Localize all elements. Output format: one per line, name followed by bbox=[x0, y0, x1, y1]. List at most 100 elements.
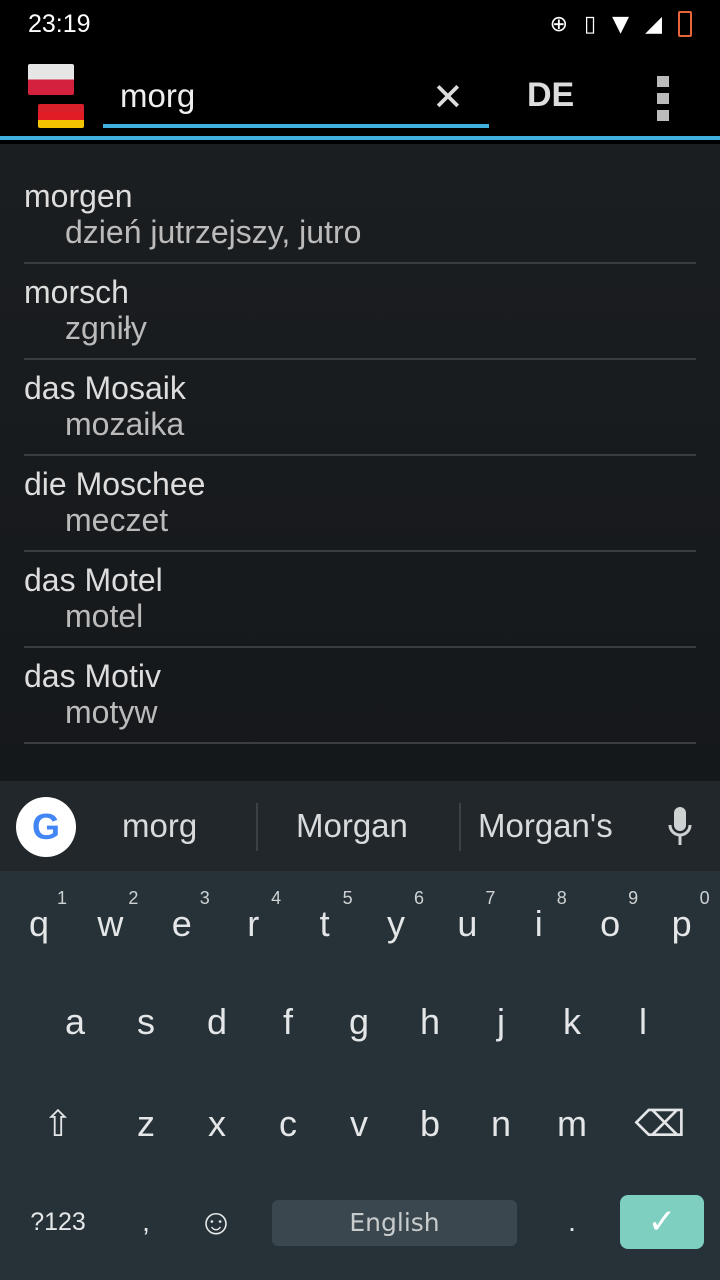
key-c[interactable]: c bbox=[252, 1079, 324, 1169]
key-label: c bbox=[279, 1103, 297, 1144]
enter-key[interactable]: ✓ bbox=[620, 1195, 704, 1249]
key-r[interactable]: r4 bbox=[217, 879, 289, 969]
keyboard: ⇧ ⌫ ?123 , ☺ English . ✓ q1w2e3r4t5y6u7i… bbox=[0, 871, 720, 1280]
vibrate-icon: ▯ bbox=[584, 11, 597, 37]
key-hint: 8 bbox=[556, 888, 567, 908]
key-k[interactable]: k bbox=[536, 977, 608, 1067]
list-item[interactable]: morgen dzień jutrzejszy, jutro bbox=[24, 144, 696, 264]
language-button[interactable]: DE bbox=[527, 76, 574, 115]
key-hint: 7 bbox=[485, 888, 496, 908]
entry-translation: meczet bbox=[65, 502, 169, 538]
key-hint: 9 bbox=[628, 888, 639, 908]
key-label: i bbox=[534, 903, 543, 944]
clear-icon[interactable]: ✕ bbox=[432, 78, 464, 116]
key-a[interactable]: a bbox=[39, 977, 111, 1067]
key-w[interactable]: w2 bbox=[74, 879, 146, 969]
key-label: o bbox=[600, 903, 621, 944]
key-s[interactable]: s bbox=[110, 977, 182, 1067]
suggestion[interactable]: Morgan's bbox=[478, 807, 613, 845]
key-label: t bbox=[319, 903, 330, 944]
key-h[interactable]: h bbox=[394, 977, 466, 1067]
space-bar[interactable]: English bbox=[272, 1200, 517, 1246]
suggestion[interactable]: morg bbox=[122, 807, 197, 845]
shift-key[interactable]: ⇧ bbox=[22, 1079, 94, 1169]
key-label: y bbox=[387, 903, 405, 944]
key-label: n bbox=[490, 1103, 512, 1144]
key-hint: 6 bbox=[413, 888, 424, 908]
key-hint: 2 bbox=[128, 888, 139, 908]
key-label: a bbox=[64, 1001, 86, 1042]
key-p[interactable]: p0 bbox=[646, 879, 718, 969]
wifi-icon: ▼ bbox=[612, 11, 630, 37]
entry-word: das Motel bbox=[24, 562, 163, 598]
key-z[interactable]: z bbox=[110, 1079, 182, 1169]
emoji-key[interactable]: ☺ bbox=[180, 1177, 252, 1267]
battery-icon bbox=[678, 11, 692, 37]
entry-translation: motel bbox=[65, 598, 144, 634]
entry-translation: zgniły bbox=[65, 310, 147, 346]
key-l[interactable]: l bbox=[607, 977, 679, 1067]
signal-icon: ◢ bbox=[645, 11, 662, 37]
list-item[interactable]: das Motel motel bbox=[24, 552, 696, 648]
entry-translation: dzień jutrzejszy, jutro bbox=[65, 214, 362, 250]
key-o[interactable]: o9 bbox=[574, 879, 646, 969]
key-hint: 1 bbox=[56, 888, 67, 908]
key-i[interactable]: i8 bbox=[503, 879, 575, 969]
divider bbox=[256, 803, 258, 851]
key-label: z bbox=[137, 1103, 155, 1144]
key-j[interactable]: j bbox=[465, 977, 537, 1067]
key-u[interactable]: u7 bbox=[431, 879, 503, 969]
key-hint: 0 bbox=[699, 888, 710, 908]
entry-word: das Motiv bbox=[24, 658, 161, 694]
key-hint: 3 bbox=[199, 888, 210, 908]
search-input[interactable] bbox=[103, 68, 423, 124]
key-label: r bbox=[247, 903, 260, 944]
entry-translation: mozaika bbox=[65, 406, 185, 442]
list-item[interactable]: die Moschee meczet bbox=[24, 456, 696, 552]
key-label: l bbox=[639, 1001, 647, 1042]
key-x[interactable]: x bbox=[181, 1079, 253, 1169]
suggestion[interactable]: Morgan bbox=[296, 807, 408, 845]
divider bbox=[459, 803, 461, 851]
key-label: w bbox=[97, 903, 124, 944]
suggestion-bar: G morg Morgan Morgan's bbox=[0, 781, 720, 871]
key-label: u bbox=[457, 903, 478, 944]
microphone-icon[interactable] bbox=[668, 807, 692, 847]
key-label: s bbox=[137, 1001, 155, 1042]
google-icon[interactable]: G bbox=[16, 797, 76, 857]
key-label: p bbox=[671, 903, 692, 944]
key-label: f bbox=[282, 1001, 293, 1042]
period-key[interactable]: . bbox=[536, 1177, 608, 1267]
list-item[interactable]: das Mosaik mozaika bbox=[24, 360, 696, 456]
status-bar: 23:19 ⊕ ▯ ▼ ◢ bbox=[0, 0, 720, 48]
key-t[interactable]: t5 bbox=[289, 879, 361, 969]
app-bar: ✕ DE bbox=[0, 48, 720, 140]
list-item[interactable]: das Motiv motyw bbox=[24, 648, 696, 744]
key-label: g bbox=[348, 1001, 370, 1042]
entry-word: das Mosaik bbox=[24, 370, 186, 406]
symbols-key[interactable]: ?123 bbox=[22, 1177, 94, 1267]
key-v[interactable]: v bbox=[323, 1079, 395, 1169]
key-b[interactable]: b bbox=[394, 1079, 466, 1169]
list-item[interactable]: morsch zgniły bbox=[24, 264, 696, 360]
key-f[interactable]: f bbox=[252, 977, 324, 1067]
key-d[interactable]: d bbox=[181, 977, 253, 1067]
key-g[interactable]: g bbox=[323, 977, 395, 1067]
backspace-key[interactable]: ⌫ bbox=[624, 1079, 696, 1169]
key-label: v bbox=[350, 1103, 368, 1144]
clock: 23:19 bbox=[28, 9, 91, 38]
key-label: j bbox=[497, 1001, 505, 1042]
polish-flag-icon bbox=[28, 64, 74, 95]
key-m[interactable]: m bbox=[536, 1079, 608, 1169]
key-y[interactable]: y6 bbox=[360, 879, 432, 969]
key-q[interactable]: q1 bbox=[3, 879, 75, 969]
key-e[interactable]: e3 bbox=[146, 879, 218, 969]
results-list[interactable]: morgen dzień jutrzejszy, jutro morsch zgnił… bbox=[0, 144, 720, 781]
overflow-menu-icon[interactable] bbox=[657, 76, 669, 121]
key-label: q bbox=[28, 903, 50, 944]
key-n[interactable]: n bbox=[465, 1079, 537, 1169]
comma-key[interactable]: , bbox=[110, 1177, 182, 1267]
key-label: b bbox=[419, 1103, 441, 1144]
key-label: d bbox=[206, 1001, 228, 1042]
entry-word: die Moschee bbox=[24, 466, 206, 502]
